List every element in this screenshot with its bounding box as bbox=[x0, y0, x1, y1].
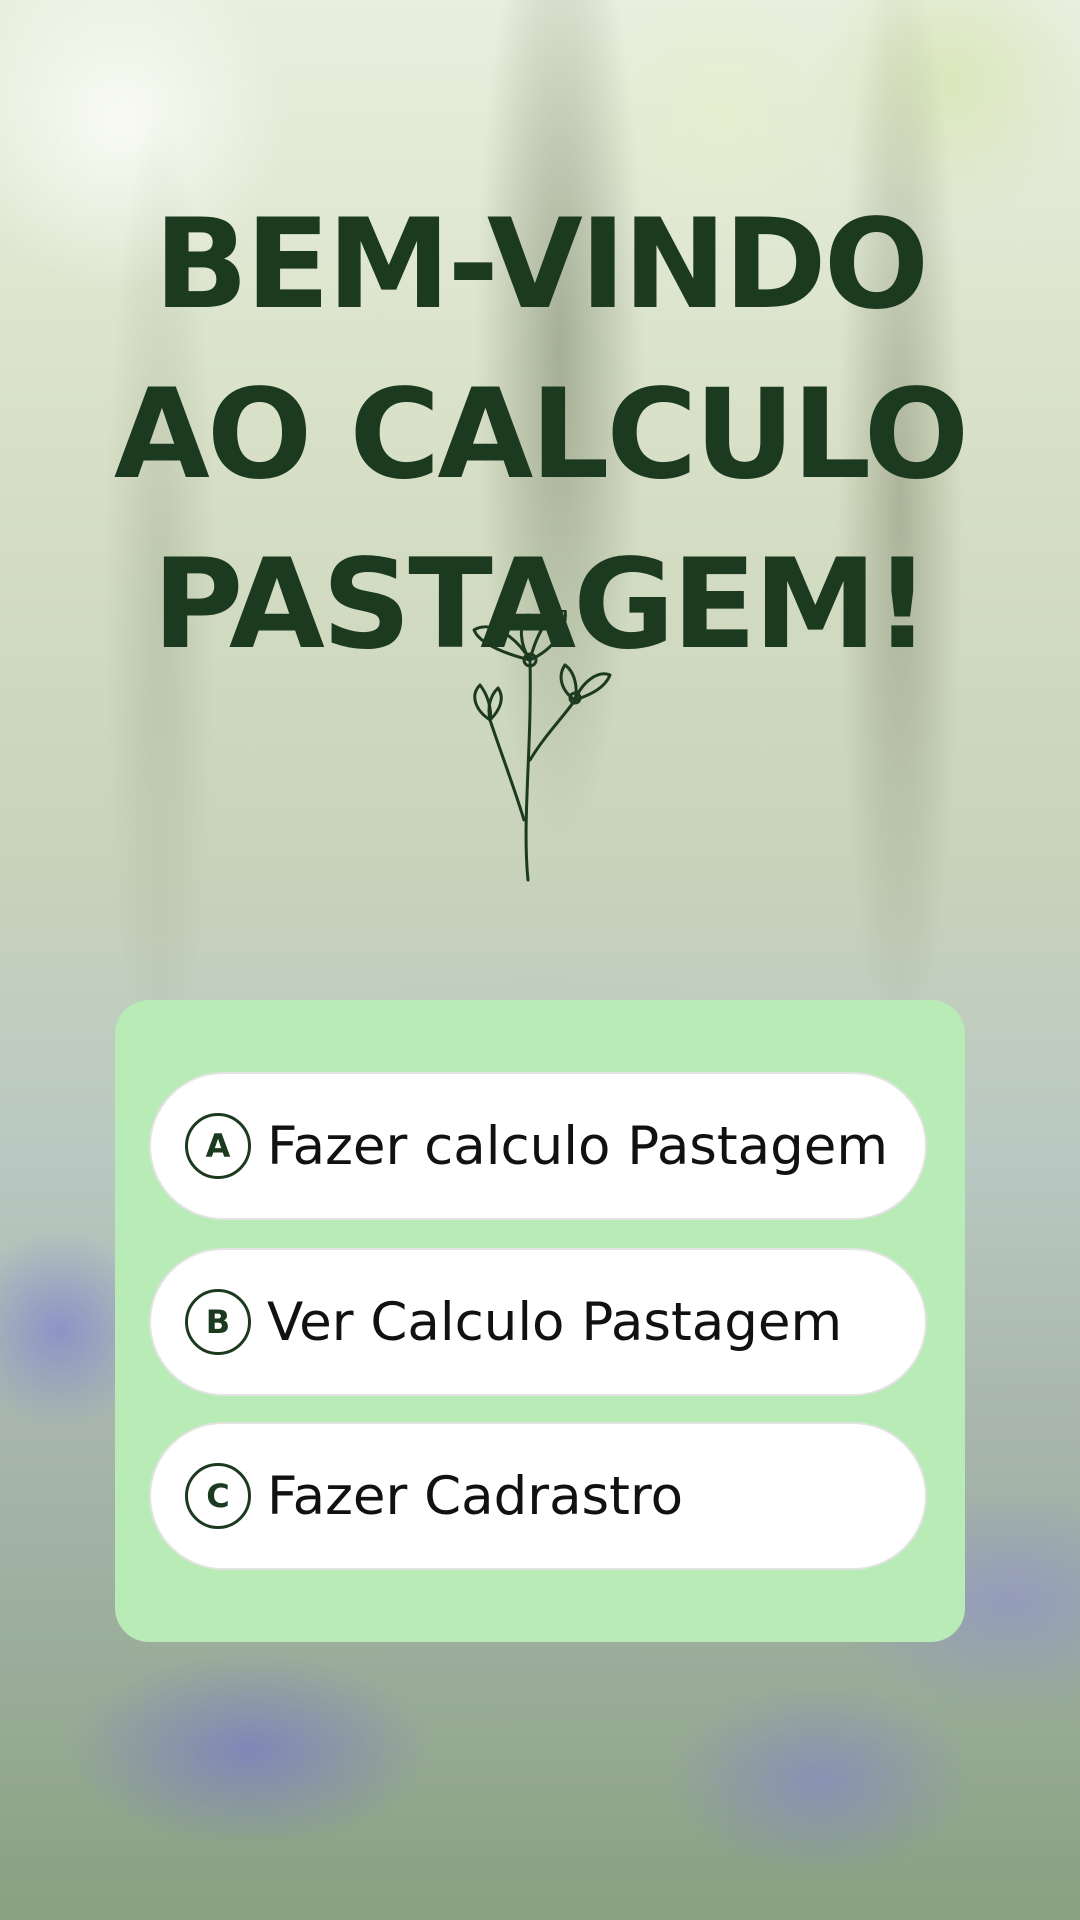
flower-icon bbox=[472, 610, 612, 882]
option-c-badge: C bbox=[185, 1463, 251, 1529]
option-b-button[interactable]: B Ver Calculo Pastagem bbox=[149, 1248, 927, 1396]
option-b-label: Ver Calculo Pastagem bbox=[267, 1291, 843, 1353]
option-c-button[interactable]: C Fazer Cadrastro bbox=[149, 1422, 927, 1570]
option-b-badge: B bbox=[185, 1289, 251, 1355]
option-a-badge: A bbox=[185, 1113, 251, 1179]
option-a-button[interactable]: A Fazer calculo Pastagem bbox=[149, 1072, 927, 1220]
option-c-label: Fazer Cadrastro bbox=[267, 1465, 684, 1527]
option-a-label: Fazer calculo Pastagem bbox=[267, 1115, 889, 1177]
options-card: A Fazer calculo Pastagem B Ver Calculo P… bbox=[115, 1000, 965, 1642]
